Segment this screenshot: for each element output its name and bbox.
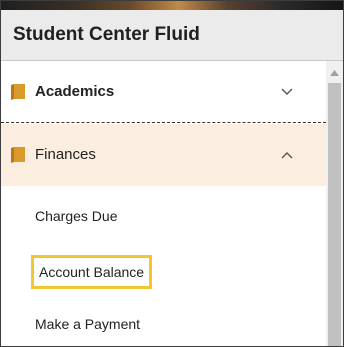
chevron-down-icon[interactable] [281, 88, 293, 96]
top-banner-strip [1, 1, 343, 10]
scrollbar[interactable] [326, 61, 343, 346]
sub-item-make-a-payment[interactable]: Make a Payment [35, 312, 140, 336]
header: Student Center Fluid [1, 10, 343, 61]
sidebar-nav: Academics Finances Charges Due Account B… [1, 61, 326, 346]
scroll-up-arrow-icon[interactable] [330, 70, 339, 76]
scrollbar-thumb[interactable] [328, 83, 341, 346]
sub-item-charges-due[interactable]: Charges Due [35, 204, 118, 228]
folder-icon [11, 147, 25, 163]
page-title: Student Center Fluid [13, 24, 200, 45]
nav-item-academics[interactable]: Academics [1, 61, 326, 123]
folder-icon [11, 84, 25, 100]
app-frame: Student Center Fluid Academics Finances [0, 0, 344, 347]
nav-divider [1, 122, 326, 123]
chevron-up-icon[interactable] [281, 151, 293, 159]
nav-item-finances[interactable]: Finances [1, 124, 326, 186]
sub-item-account-balance[interactable]: Account Balance [31, 255, 153, 289]
nav-item-label: Academics [35, 83, 115, 100]
nav-item-label: Finances [35, 146, 96, 163]
